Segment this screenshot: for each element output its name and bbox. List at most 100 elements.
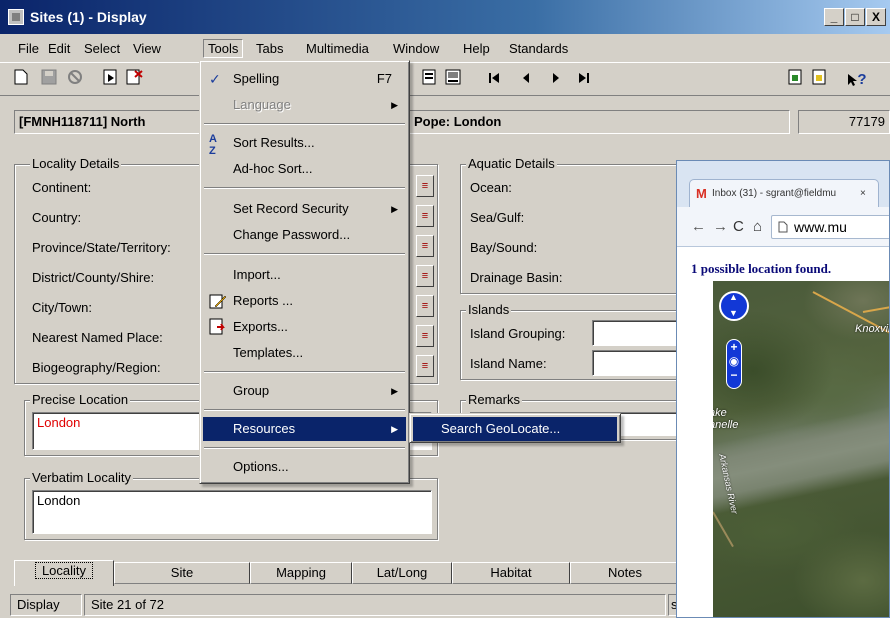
menu-item-group[interactable]: Group ▶: [203, 379, 406, 403]
result-text: 1 possible location found.: [691, 261, 832, 276]
menu-select[interactable]: Select: [80, 39, 124, 58]
maximize-button[interactable]: □: [845, 8, 865, 26]
previous-record-icon[interactable]: [515, 69, 537, 91]
map-label-lake: ake: [713, 407, 727, 419]
new-icon[interactable]: [10, 69, 32, 91]
tab-notes[interactable]: Notes: [570, 562, 680, 584]
menu-help[interactable]: Help: [459, 39, 494, 58]
menu-item-group-label: Group: [233, 383, 270, 398]
province-label: Province/State/Territory:: [32, 240, 171, 255]
road-line: [713, 511, 734, 548]
island-grouping-field[interactable]: [592, 320, 678, 346]
menu-tools[interactable]: Tools: [203, 39, 244, 58]
attach-icon[interactable]: [784, 69, 806, 91]
menu-separator: [204, 409, 405, 411]
menu-item-options-label: Options...: [233, 459, 289, 474]
menu-multimedia[interactable]: Multimedia: [302, 39, 373, 58]
lookup-province-icon[interactable]: ≡: [416, 235, 434, 257]
close-button[interactable]: X: [866, 8, 886, 26]
lookup-continent-icon[interactable]: ≡: [416, 175, 434, 197]
menu-item-reports-label: Reports ...: [233, 293, 293, 308]
menu-item-resources[interactable]: Resources ▶: [203, 417, 406, 441]
sort-az-icon: AZ: [209, 133, 217, 157]
next-record-icon[interactable]: [545, 69, 567, 91]
app-icon: [8, 9, 24, 25]
form-view-icon[interactable]: [442, 69, 464, 91]
lookup-city-icon[interactable]: ≡: [416, 295, 434, 317]
verbatim-locality-field[interactable]: London: [32, 490, 432, 534]
tab-locality-label: Locality: [34, 562, 94, 579]
save-icon[interactable]: [38, 69, 60, 91]
status-mode: Display: [10, 594, 82, 616]
menu-item-import[interactable]: Import...: [203, 263, 406, 287]
menu-tabs[interactable]: Tabs: [252, 39, 287, 58]
district-label: District/County/Shire:: [32, 270, 155, 285]
map-label-city: Knoxvill: [855, 323, 890, 335]
title-bar[interactable]: Sites (1) - Display _ □ X: [0, 0, 890, 34]
url-bar[interactable]: www.mu: [771, 215, 889, 239]
help-pointer-icon[interactable]: ?: [842, 69, 872, 91]
tab-close-icon[interactable]: ×: [860, 180, 866, 207]
island-name-field[interactable]: [592, 350, 678, 376]
ocean-label: Ocean:: [470, 180, 512, 195]
menu-item-search-geolocate[interactable]: Search GeoLocate...: [413, 417, 617, 441]
menu-item-reports[interactable]: Reports ...: [203, 289, 406, 313]
menu-view[interactable]: View: [129, 39, 165, 58]
reports-icon: [209, 289, 227, 317]
menu-item-templates[interactable]: Templates...: [203, 341, 406, 365]
menu-edit[interactable]: Edit: [44, 39, 74, 58]
pan-control-icon[interactable]: [719, 291, 749, 321]
reload-icon[interactable]: C: [733, 218, 744, 235]
browser-nav-bar: ← → C ⌂ www.mu: [677, 207, 889, 247]
menu-standards[interactable]: Standards: [505, 39, 572, 58]
delete-record-icon[interactable]: [124, 69, 146, 91]
sea-gulf-label: Sea/Gulf:: [470, 210, 525, 225]
tab-site[interactable]: Site: [114, 562, 250, 584]
back-icon[interactable]: ←: [691, 218, 706, 235]
menu-item-set-record-security[interactable]: Set Record Security ▶: [203, 197, 406, 221]
attach-alt-icon[interactable]: [808, 69, 830, 91]
submenu-arrow-icon: ▶: [391, 204, 398, 214]
menu-item-exports[interactable]: Exports...: [203, 315, 406, 339]
record-number: 77179: [798, 110, 890, 134]
menu-item-spelling[interactable]: ✓ Spelling F7: [203, 67, 406, 91]
aquatic-details-label: Aquatic Details: [466, 156, 557, 171]
lookup-country-icon[interactable]: ≡: [416, 205, 434, 227]
menu-item-sort-results[interactable]: AZ Sort Results...: [203, 131, 406, 157]
satellite-map[interactable]: +◉− Knoxvill ake anelle Arkansas River: [713, 281, 890, 617]
island-grouping-label: Island Grouping:: [470, 326, 566, 341]
tab-locality[interactable]: Locality: [14, 560, 114, 586]
tools-menu: ✓ Spelling F7 Language ▶ AZ Sort Results…: [199, 60, 410, 484]
menu-item-set-record-security-label: Set Record Security: [233, 201, 349, 216]
menu-item-sort-results-label: Sort Results...: [233, 135, 315, 150]
browser-tab[interactable]: M Inbox (31) - sgrant@fieldmu ×: [689, 179, 879, 207]
last-record-icon[interactable]: [573, 69, 595, 91]
forward-icon[interactable]: →: [713, 218, 728, 235]
tab-mapping[interactable]: Mapping: [250, 562, 352, 584]
menu-item-adhoc-sort[interactable]: Ad-hoc Sort...: [203, 157, 406, 181]
lookup-biogeography-icon[interactable]: ≡: [416, 355, 434, 377]
page-icon[interactable]: [418, 69, 440, 91]
first-record-icon[interactable]: [483, 69, 505, 91]
menu-item-change-password[interactable]: Change Password...: [203, 223, 406, 247]
submenu-arrow-icon: ▶: [391, 386, 398, 396]
home-icon[interactable]: ⌂: [753, 218, 762, 235]
menu-window[interactable]: Window: [389, 39, 443, 58]
browser-window[interactable]: M Inbox (31) - sgrant@fieldmu × ← → C ⌂ …: [676, 160, 890, 618]
lookup-district-icon[interactable]: ≡: [416, 265, 434, 287]
menu-item-import-label: Import...: [233, 267, 281, 282]
country-label: Country:: [32, 210, 82, 225]
minimize-button[interactable]: _: [824, 8, 844, 26]
menu-item-templates-label: Templates...: [233, 345, 304, 360]
tab-habitat[interactable]: Habitat: [452, 562, 570, 584]
menu-item-options[interactable]: Options...: [203, 455, 406, 479]
zoom-control-icon[interactable]: + ◉ −: [726, 339, 742, 389]
nearest-place-label: Nearest Named Place:: [32, 330, 163, 345]
record-title-left: [FMNH118711] North: [14, 110, 200, 134]
open-record-icon[interactable]: [100, 69, 122, 91]
spelling-icon: ✓: [209, 71, 221, 87]
cancel-icon[interactable]: [64, 69, 86, 91]
menu-file[interactable]: File: [14, 39, 43, 58]
tab-lat-long[interactable]: Lat/Long: [352, 562, 452, 584]
lookup-nearest-place-icon[interactable]: ≡: [416, 325, 434, 347]
